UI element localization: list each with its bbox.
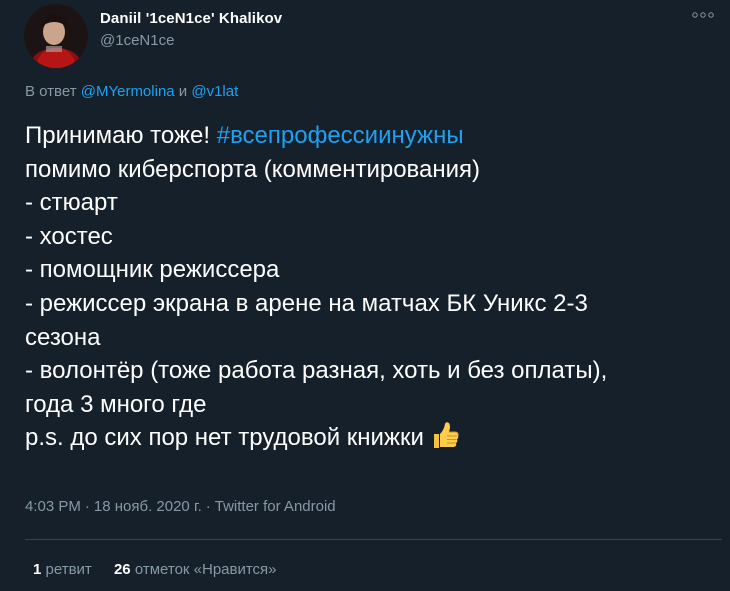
retweets-stat[interactable]: 1 ретвит: [33, 561, 92, 578]
reply-context: В ответ @MYermolina и @v1lat: [25, 83, 238, 100]
tweet-line-last: p.s. до сих пор нет трудовой книжки: [25, 421, 715, 461]
tweet-line-text: p.s. до сих пор нет трудовой книжки: [25, 424, 424, 452]
reply-conjunction: и: [178, 83, 188, 100]
reply-mention-v1lat[interactable]: @v1lat: [191, 83, 238, 100]
likes-label: отметок «Нравится»: [134, 561, 277, 578]
avatar[interactable]: [24, 4, 88, 68]
tweet-text: Принимаю тоже! #всепрофессиинужны помимо…: [25, 119, 715, 461]
author-info: Daniil '1ceN1ce' Khalikov @1ceN1ce: [100, 10, 282, 52]
thumbs-up-icon: [430, 421, 460, 461]
tweet: Daniil '1ceN1ce' Khalikov @1ceN1ce В отв…: [0, 0, 730, 591]
tweet-line: - режиссер экрана в арене на матчах БК У…: [25, 289, 588, 317]
divider: [25, 539, 722, 540]
thumbs-up-glyph: [433, 422, 459, 449]
more-horizontal-icon[interactable]: [688, 2, 718, 26]
likes-stat[interactable]: 26 отметок «Нравится»: [114, 561, 277, 578]
tweet-line: - помощник режиссера: [25, 256, 280, 284]
tweet-line: года 3 много где: [25, 390, 207, 418]
likes-count: 26: [113, 561, 131, 578]
retweets-count: 1: [33, 561, 42, 578]
tweet-source[interactable]: Twitter for Android: [215, 498, 336, 515]
meta-separator: ·: [84, 498, 90, 515]
tweet-time[interactable]: 4:03 PM: [25, 498, 81, 515]
tweet-date[interactable]: 18 нояб. 2020 г.: [94, 498, 202, 515]
reply-prefix: В ответ: [25, 83, 77, 100]
avatar-image: [24, 4, 88, 68]
tweet-stats: 1 ретвит 26 отметок «Нравится»: [33, 561, 295, 578]
tweet-line: - хостес: [25, 222, 113, 250]
author-display-name[interactable]: Daniil '1ceN1ce' Khalikov: [100, 10, 282, 28]
tweet-line: Принимаю тоже! #всепрофессиинужны: [25, 119, 715, 153]
tweet-line: - волонтёр (тоже работа разная, хоть и б…: [25, 357, 608, 385]
tweet-line: сезона: [25, 323, 101, 351]
author-handle[interactable]: @1ceN1ce: [100, 30, 282, 52]
more-dots-glyph: [692, 12, 714, 18]
meta-separator: ·: [205, 498, 211, 515]
tweet-line: - стюарт: [25, 189, 118, 217]
tweet-line-text: Принимаю тоже!: [25, 122, 217, 149]
reply-mention-myermolina[interactable]: @MYermolina: [81, 83, 175, 100]
retweets-label: ретвит: [45, 561, 92, 578]
tweet-meta: 4:03 PM · 18 нояб. 2020 г. · Twitter for And…: [25, 498, 336, 515]
hashtag-link[interactable]: #всепрофессиинужны: [217, 122, 464, 149]
tweet-line: помимо киберспорта (комментирования): [25, 155, 481, 183]
